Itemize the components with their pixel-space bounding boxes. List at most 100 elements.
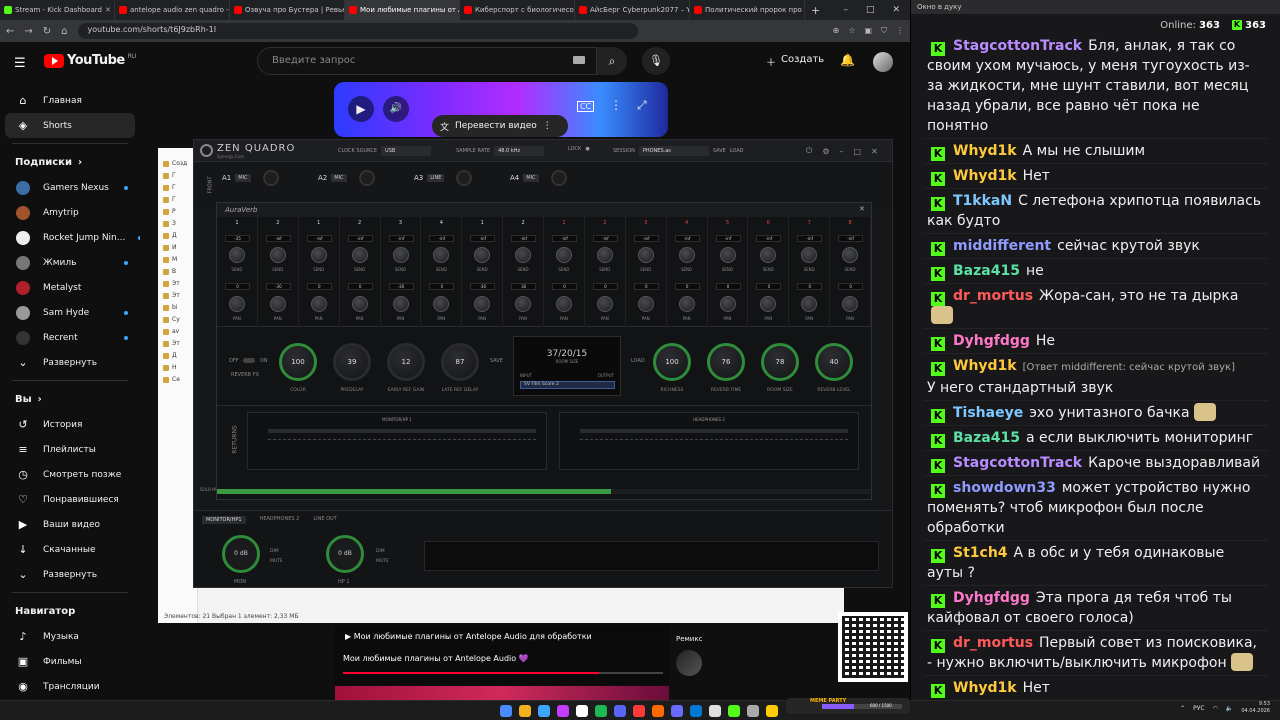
play-button[interactable]: ▶ [348,96,374,122]
send-knob[interactable] [269,247,286,263]
explorer-folder-row[interactable]: bi [158,302,197,314]
app-icon[interactable] [709,705,721,717]
search-input[interactable]: Введите запрос [257,47,597,75]
chat-username[interactable]: Whyd1k [953,680,1017,696]
next-short-thumbnail[interactable] [335,686,669,700]
reverb-param-knob[interactable]: 40 [815,343,853,381]
chat-username[interactable]: Whyd1k [953,143,1017,159]
sidebar-you-item[interactable]: ↺ История [0,412,140,437]
more-icon[interactable]: ⋮ [610,98,622,112]
monitor-level-knob[interactable]: 0 dB [222,535,260,573]
pan-knob[interactable] [351,296,368,312]
chat-username[interactable]: dr_mortus [953,288,1033,304]
windows-start-icon[interactable] [500,705,512,717]
chat-username[interactable]: Whyd1k [953,168,1017,184]
video-title-link[interactable]: ▶ Мои любимые плагины от Antelope Audio … [345,632,592,641]
reverb-param-knob[interactable]: 76 [707,343,745,381]
send-value-field[interactable]: -inf [429,235,455,242]
subscriptions-header[interactable]: Подписки › [0,149,140,175]
pan-knob[interactable] [269,296,286,312]
new-tab-button[interactable]: + [811,4,820,17]
sample-rate-select[interactable]: SAMPLE RATE 48.0 kHz [456,146,545,156]
power-icon[interactable]: ⏻ [806,146,812,156]
send-knob[interactable] [637,247,654,263]
return-fader[interactable] [268,429,536,433]
browser-tab[interactable]: Мои любимые плагины от Ant✕ [345,0,460,20]
explorer-folder-row[interactable]: М [158,254,197,266]
pan-value-field[interactable]: 0 [756,283,782,290]
send-knob[interactable] [678,247,695,263]
close-icon[interactable]: ✕ [871,147,878,156]
send-value-field[interactable]: -inf [306,235,332,242]
send-value-field[interactable]: -35 [225,235,250,242]
send-knob[interactable] [433,247,450,263]
translate-more-icon[interactable]: ⋮ [543,121,552,131]
mon-mute-button[interactable]: MUTE [270,559,283,564]
pan-knob[interactable] [760,296,777,312]
explorer-folder-row[interactable]: И [158,242,197,254]
send-value-field[interactable]: -inf [470,235,496,242]
send-knob[interactable] [842,247,859,263]
pan-knob[interactable] [310,296,327,312]
app-icon[interactable] [747,705,759,717]
video-progress-bar[interactable] [343,672,663,674]
sidebar-you-item[interactable]: ♡ Понравившиеся [0,487,140,512]
extension-icon[interactable]: ▣ [864,26,872,36]
app-icon[interactable] [690,705,702,717]
keyboard-icon[interactable] [573,56,585,64]
sidebar-channel[interactable]: Rocket Jump Nin... [0,225,140,250]
bell-icon[interactable]: 🔔 [840,53,855,67]
input-type-select[interactable]: LINE [427,174,445,182]
explorer-folder-row[interactable]: Д [158,350,197,362]
explorer-folder-row[interactable]: Р [158,206,197,218]
pan-knob[interactable] [842,296,859,312]
input-channel[interactable]: A1 MIC [222,170,279,186]
explorer-folder-row[interactable]: Г [158,170,197,182]
auraverb-close-icon[interactable]: ✕ [859,205,865,213]
send-knob[interactable] [596,247,613,263]
chrome-icon[interactable] [538,705,550,717]
send-value-field[interactable]: -inf [756,235,782,242]
chat-username[interactable]: StagcottonTrack [953,38,1082,54]
send-value-field[interactable]: -inf [592,235,618,242]
pan-knob[interactable] [474,296,491,312]
sidebar-item-home[interactable]: ⌂ Главная [0,88,140,113]
pan-value-field[interactable]: 0 [225,283,250,290]
pan-knob[interactable] [515,296,532,312]
send-knob[interactable] [760,247,777,263]
send-knob[interactable] [556,247,572,263]
tab-close-icon[interactable]: ✕ [105,6,111,14]
sidebar-nav-item[interactable]: ♪ Музыка [0,624,140,649]
clock-source-select[interactable]: CLOCK SOURCE USB [338,146,432,156]
input-type-select[interactable]: MIC [235,174,251,182]
pan-value-field[interactable]: -30 [470,283,496,290]
reverb-param-knob[interactable]: 87 [441,343,479,381]
discord-icon[interactable] [614,705,626,717]
reverb-param-knob[interactable]: 100 [279,343,317,381]
pan-value-field[interactable]: 0 [552,283,577,290]
hp1-level-knob[interactable]: 0 dB [326,535,364,573]
send-value-field[interactable]: -inf [838,235,864,242]
send-value-field[interactable]: -inf [388,235,414,242]
sidebar-you-item[interactable]: ◷ Смотреть позже [0,462,140,487]
browser-tab[interactable]: Политический пророк про✕ [690,0,805,20]
explorer-folder-row[interactable]: Созд [158,158,197,170]
explorer-icon[interactable] [766,705,778,717]
sidebar-you-item[interactable]: ↓ Скачанные [0,537,140,562]
sidebar-channel[interactable]: Gamers Nexus [0,175,140,200]
chat-username[interactable]: Dyhgfdgg [953,590,1030,606]
reload-icon[interactable]: ↻ [43,26,51,37]
app-icon[interactable] [633,705,645,717]
pan-knob[interactable] [719,296,736,312]
browser-tab[interactable]: Stream - Kick Dashboard ✕ [0,0,115,20]
pan-value-field[interactable]: 0 [347,283,373,290]
pan-value-field[interactable]: 0 [715,283,741,290]
browser-tab[interactable]: Киберспорт с биологичесо✕ [460,0,575,20]
steam-icon[interactable] [557,705,569,717]
pan-value-field[interactable]: 30 [511,283,537,290]
hp1-dim-button[interactable]: DIM [376,549,385,554]
home-nav-icon[interactable]: ⌂ [61,26,67,37]
minimize-icon[interactable]: – [843,5,848,15]
send-knob[interactable] [229,247,245,263]
gear-icon[interactable]: ⚙ [822,147,829,156]
